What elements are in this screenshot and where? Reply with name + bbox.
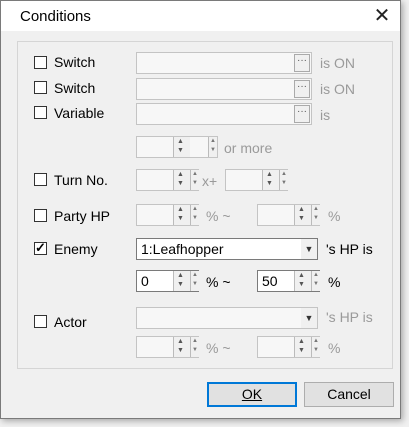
enemy-label: Enemy (54, 241, 98, 257)
variable-checkbox[interactable] (34, 106, 47, 119)
enemy-hp-min-spin[interactable]: ▲ ▼ (173, 271, 190, 291)
actor-hp-max-spin2[interactable]: ▲ ▼ (311, 337, 320, 357)
enemy-hp-min-field[interactable]: 0 ▲ ▼ ▲ ▼ (136, 270, 199, 292)
actor-hp-min-spin[interactable]: ▲ ▼ (173, 337, 190, 357)
enemy-hp-max-value: 50 (262, 273, 278, 289)
turn-a-spin2[interactable]: ▲ ▼ (190, 170, 199, 190)
enemy-selected-value: 1:Leafhopper (141, 241, 224, 257)
party-hp-max-spin2[interactable]: ▲ ▼ (311, 205, 320, 225)
chevron-down-icon[interactable]: ▼ (301, 239, 317, 259)
enemy-hp-suffix: 's HP is (326, 241, 373, 257)
variable-field[interactable]: ··· (136, 103, 312, 125)
dialog-title: Conditions (20, 8, 91, 25)
party-hp-pct: % (328, 208, 341, 224)
actor-hp-pct-tilde: % ~ (206, 340, 231, 356)
party-hp-max-field[interactable]: ▲ ▼ ▲ ▼ (257, 204, 320, 226)
switch2-checkbox[interactable] (34, 81, 47, 94)
switch1-browse-button[interactable]: ··· (294, 54, 310, 72)
actor-label: Actor (54, 314, 87, 330)
enemy-hp-pct-tilde: % ~ (206, 274, 231, 290)
party-hp-min-spin[interactable]: ▲ ▼ (173, 205, 190, 225)
switch2-suffix: is ON (320, 81, 355, 97)
switch1-field[interactable]: ··· (136, 52, 312, 74)
party-hp-label: Party HP (54, 208, 111, 224)
actor-hp-max-field[interactable]: ▲ ▼ ▲ ▼ (257, 336, 320, 358)
close-icon[interactable]: ✕ (369, 3, 395, 29)
turn-a-spin[interactable]: ▲ ▼ (173, 170, 190, 190)
enemy-hp-max-spin2[interactable]: ▲ ▼ (311, 271, 320, 291)
actor-hp-max-spin[interactable]: ▲ ▼ (294, 337, 311, 357)
switch1-checkbox[interactable] (34, 56, 47, 69)
turn-b-field[interactable]: ▲ ▼ ▲ ▼ (225, 169, 288, 191)
party-hp-pct-tilde: % ~ (206, 208, 231, 224)
enemy-hp-pct: % (328, 274, 341, 290)
variable-suffix: is (320, 107, 331, 123)
turn-checkbox[interactable] (34, 173, 47, 186)
switch2-label: Switch (54, 80, 96, 96)
enemy-hp-min-value: 0 (141, 273, 149, 289)
actor-hp-suffix: 's HP is (326, 309, 373, 325)
switch2-browse-button[interactable]: ··· (294, 80, 310, 98)
enemy-checkbox[interactable] (34, 240, 47, 256)
ok-button[interactable]: OK (207, 382, 297, 407)
conditions-dialog: Conditions ✕ Switch ··· is ON Switch ···… (0, 0, 401, 419)
switch1-suffix: is ON (320, 55, 355, 71)
variable-spin-a[interactable]: ▲ ▼ (173, 137, 190, 157)
actor-hp-min-spin2[interactable]: ▲ ▼ (190, 337, 199, 357)
cancel-button[interactable]: Cancel (304, 382, 394, 407)
ok-button-label: OK (241, 386, 263, 402)
turn-b-spin[interactable]: ▲ ▼ (262, 170, 279, 190)
enemy-select[interactable]: 1:Leafhopper ▼ (136, 238, 318, 260)
variable-value-field[interactable]: ▲ ▼ ▲ ▼ (136, 136, 218, 158)
actor-checkbox[interactable] (34, 315, 47, 328)
turn-b-spin2[interactable]: ▲ ▼ (279, 170, 288, 190)
turn-a-field[interactable]: ▲ ▼ ▲ ▼ (136, 169, 199, 191)
background-app-right (400, 0, 409, 427)
actor-select[interactable]: ▼ (136, 307, 318, 329)
turn-label: Turn No. (54, 172, 108, 188)
variable-spin-b[interactable]: ▲ ▼ (208, 137, 217, 157)
switch1-label: Switch (54, 54, 96, 70)
variable-or-more: or more (224, 140, 273, 156)
enemy-hp-max-field[interactable]: 50 ▲ ▼ ▲ ▼ (257, 270, 320, 292)
party-hp-max-spin[interactable]: ▲ ▼ (294, 205, 311, 225)
enemy-hp-min-spin2[interactable]: ▲ ▼ (190, 271, 199, 291)
party-hp-min-field[interactable]: ▲ ▼ ▲ ▼ (136, 204, 199, 226)
switch2-field[interactable]: ··· (136, 78, 312, 100)
party-hp-min-spin2[interactable]: ▲ ▼ (190, 205, 199, 225)
variable-browse-button[interactable]: ··· (294, 105, 310, 123)
turn-plus: x+ (202, 173, 218, 189)
party-hp-checkbox[interactable] (34, 209, 47, 222)
chevron-down-icon[interactable]: ▼ (301, 308, 317, 328)
actor-hp-min-field[interactable]: ▲ ▼ ▲ ▼ (136, 336, 199, 358)
enemy-hp-max-spin[interactable]: ▲ ▼ (294, 271, 311, 291)
title-bar: Conditions ✕ (1, 1, 400, 31)
actor-hp-pct: % (328, 340, 341, 356)
variable-label: Variable (54, 105, 105, 121)
